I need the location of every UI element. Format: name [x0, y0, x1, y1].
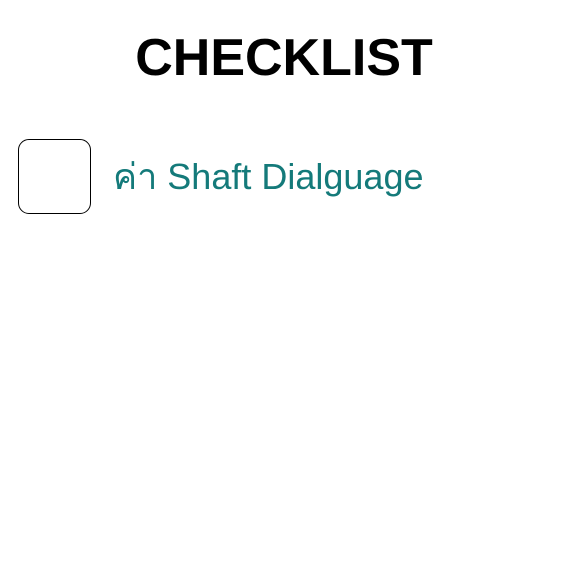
checklist-item[interactable]: ค่า Shaft Dialguage: [18, 138, 558, 215]
page-title: CHECKLIST: [135, 29, 433, 87]
checkbox[interactable]: [18, 139, 91, 214]
checklist-item-label: ค่า Shaft Dialguage: [113, 155, 424, 197]
checklist: ค่า Shaft Dialguage: [18, 138, 558, 215]
